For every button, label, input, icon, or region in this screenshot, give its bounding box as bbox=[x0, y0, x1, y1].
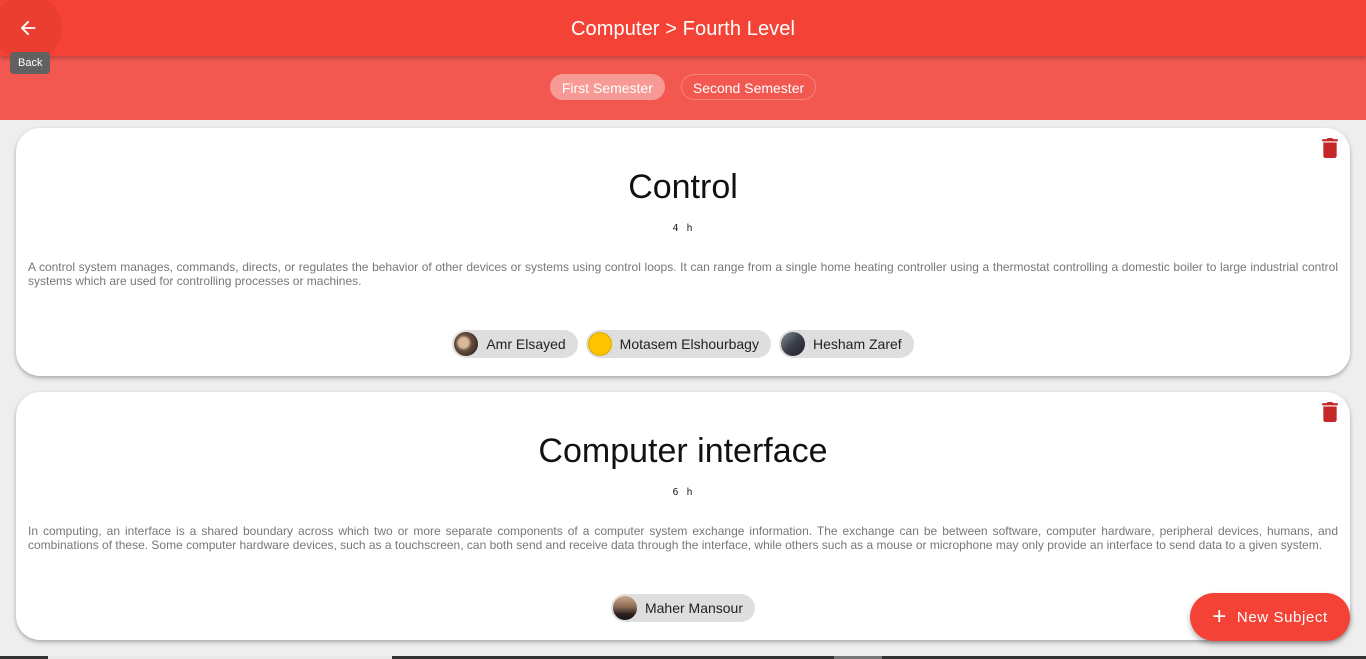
subject-title: Control bbox=[628, 168, 738, 206]
new-subject-button[interactable]: + New Subject bbox=[1190, 593, 1350, 641]
instructor-chip[interactable]: Amr Elsayed bbox=[452, 330, 578, 358]
instructor-chip[interactable]: Maher Mansour bbox=[610, 594, 756, 622]
subject-hours: 6 h bbox=[672, 487, 694, 498]
instructor-name: Amr Elsayed bbox=[486, 336, 566, 352]
instructor-name: Motasem Elshourbagy bbox=[619, 336, 759, 352]
delete-icon[interactable] bbox=[1322, 138, 1338, 158]
semester-tabbar: First Semester Second Semester bbox=[0, 56, 1366, 120]
tab-first-semester[interactable]: First Semester bbox=[549, 74, 665, 100]
subject-description: In computing, an interface is a shared b… bbox=[28, 524, 1338, 552]
back-tooltip: Back bbox=[10, 52, 51, 74]
plus-icon: + bbox=[1212, 603, 1227, 630]
subject-description: A control system manages, commands, dire… bbox=[28, 260, 1338, 288]
instructor-chips: Amr Elsayed Motasem Elshourbagy Hesham Z… bbox=[16, 330, 1350, 358]
instructor-chip[interactable]: Hesham Zaref bbox=[778, 330, 914, 358]
instructor-name: Maher Mansour bbox=[644, 600, 744, 616]
new-subject-label: New Subject bbox=[1236, 608, 1328, 626]
subject-hours: 4 h bbox=[672, 223, 694, 234]
subject-card: Computer interface 6 h In computing, an … bbox=[16, 392, 1350, 640]
instructor-chip[interactable]: Motasem Elshourbagy bbox=[585, 330, 771, 358]
avatar bbox=[780, 332, 805, 356]
tab-second-semester[interactable]: Second Semester bbox=[680, 74, 817, 100]
page-title: Computer > Fourth Level bbox=[570, 18, 796, 40]
instructor-name: Hesham Zaref bbox=[812, 336, 902, 352]
subject-card: Control 4 h A control system manages, co… bbox=[16, 128, 1350, 376]
app-bar: Computer > Fourth Level bbox=[0, 0, 1366, 62]
delete-icon[interactable] bbox=[1322, 402, 1338, 422]
avatar bbox=[587, 332, 612, 356]
instructor-chips: Maher Mansour bbox=[16, 594, 1350, 622]
avatar bbox=[454, 332, 479, 356]
subject-title: Computer interface bbox=[538, 432, 828, 470]
avatar bbox=[612, 596, 637, 620]
